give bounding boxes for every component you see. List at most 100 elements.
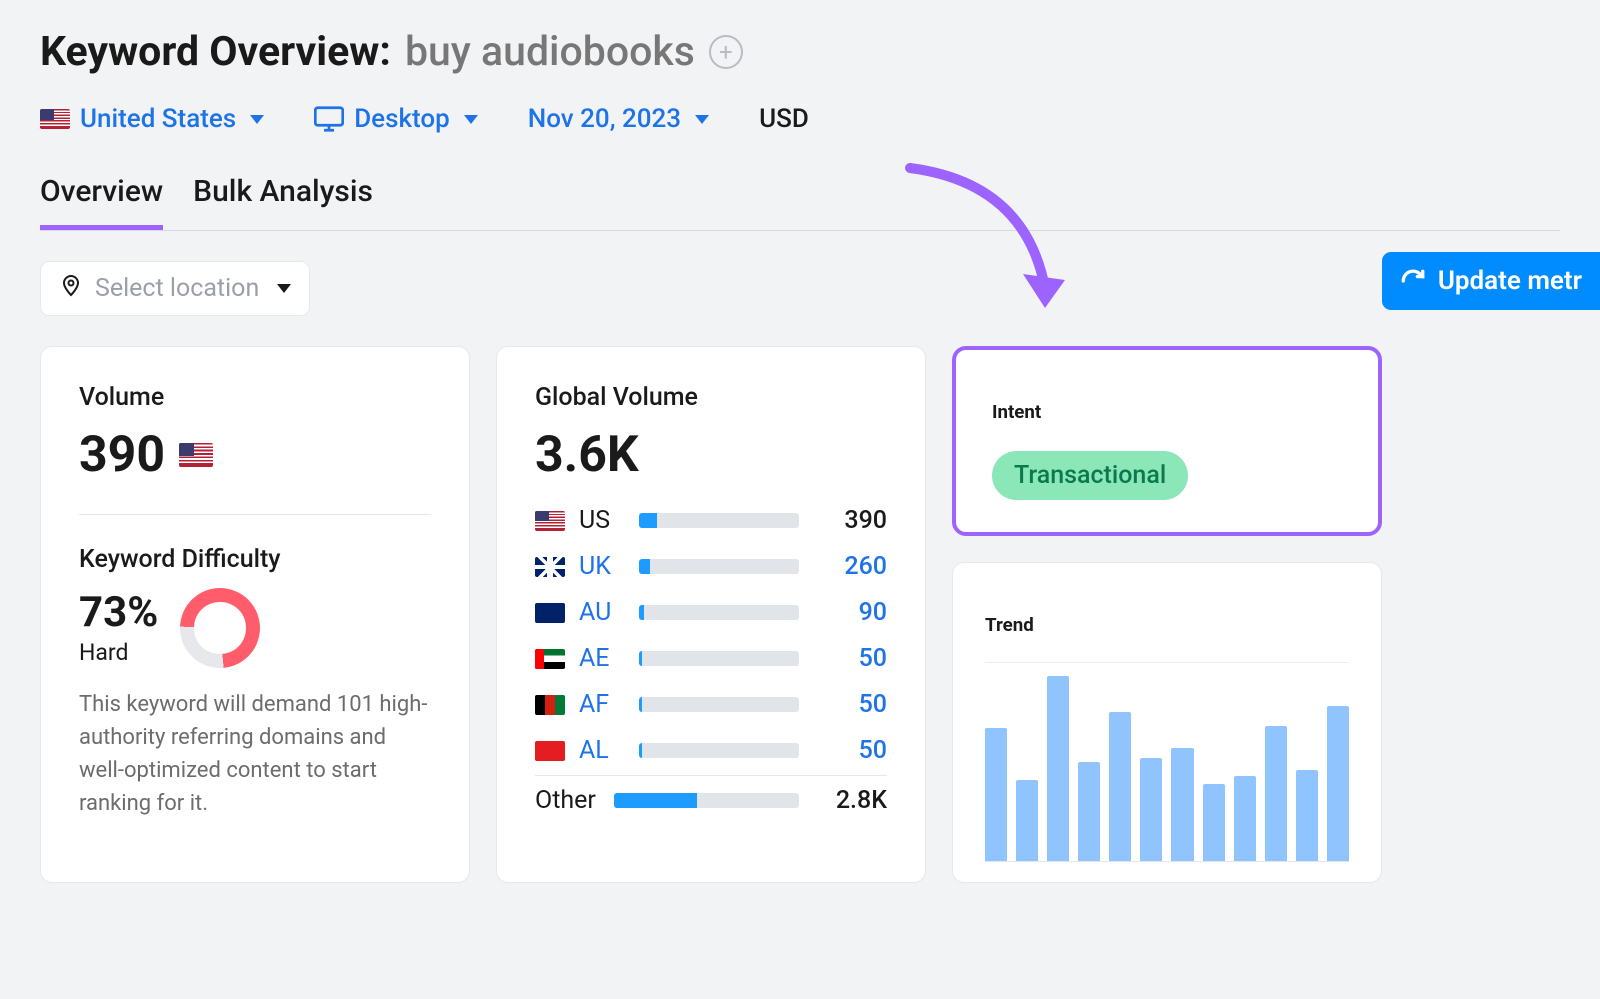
tabs: Overview Bulk Analysis — [40, 174, 1560, 231]
global-volume-list: US 390 UK 260 AU 90 AE 50 AF 50 AL 50 — [535, 506, 887, 765]
global-volume-row[interactable]: AU 90 — [535, 598, 887, 627]
global-volume-row[interactable]: UK 260 — [535, 552, 887, 581]
trend-bar — [1078, 762, 1100, 862]
country-code: AU — [579, 598, 625, 627]
page-title: Keyword Overview: — [40, 28, 391, 76]
trend-bar — [1265, 726, 1287, 861]
date-filter[interactable]: Nov 20, 2023 — [528, 104, 709, 134]
trend-bar — [1140, 758, 1162, 861]
page-title-row: Keyword Overview: buy audiobooks + — [40, 28, 1560, 76]
ae-flag-icon — [535, 649, 565, 669]
volume-value-row: 390 — [79, 426, 431, 484]
chevron-down-icon — [277, 284, 291, 293]
page-header: Keyword Overview: buy audiobooks + Unite… — [0, 0, 1600, 231]
country-code: US — [579, 506, 625, 535]
volume-value: 50 — [813, 690, 887, 719]
volume-bar — [639, 513, 799, 528]
al-flag-icon — [535, 741, 565, 761]
intent-badge: Transactional — [992, 451, 1188, 500]
tab-overview[interactable]: Overview — [40, 174, 163, 230]
af-flag-icon — [535, 695, 565, 715]
trend-bar — [1327, 706, 1349, 861]
add-keyword-icon[interactable]: + — [709, 35, 743, 69]
volume-value: 50 — [813, 736, 887, 765]
kd-description: This keyword will demand 101 high-author… — [79, 688, 431, 820]
trend-title: Trend — [985, 614, 1349, 636]
volume-bar — [639, 605, 799, 620]
country-label: United States — [80, 104, 236, 134]
global-volume-row[interactable]: AF 50 — [535, 690, 887, 719]
trend-chart — [985, 662, 1349, 862]
metrics-grid: Volume 390 Keyword Difficulty 73% Hard T… — [0, 346, 1600, 883]
other-label: Other — [535, 786, 596, 815]
volume-title: Volume — [79, 383, 431, 412]
update-metrics-button[interactable]: Update metr — [1382, 252, 1600, 310]
country-code: AL — [579, 736, 625, 765]
device-label: Desktop — [354, 104, 450, 134]
kd-value: 73% — [79, 588, 158, 637]
location-pin-icon — [59, 273, 83, 304]
trend-card: Trend — [952, 562, 1382, 883]
volume-bar — [639, 651, 799, 666]
global-volume-row[interactable]: AE 50 — [535, 644, 887, 673]
volume-value: 390 — [813, 506, 887, 535]
global-volume-row[interactable]: AL 50 — [535, 736, 887, 765]
volume-value: 90 — [813, 598, 887, 627]
volume-value: 260 — [813, 552, 887, 581]
volume-value: 390 — [79, 426, 165, 484]
tab-bulk-analysis[interactable]: Bulk Analysis — [193, 174, 373, 230]
date-label: Nov 20, 2023 — [528, 104, 681, 134]
global-volume-card: Global Volume 3.6K US 390 UK 260 AU 90 AE 50 AF 5… — [496, 346, 926, 883]
volume-bar — [639, 559, 799, 574]
country-code: UK — [579, 552, 625, 581]
trend-bar — [1203, 784, 1225, 862]
volume-bar — [639, 743, 799, 758]
intent-title: Intent — [992, 401, 1342, 423]
global-volume-row[interactable]: US 390 — [535, 506, 887, 535]
global-volume-other-row: Other 2.8K — [535, 786, 887, 815]
other-value: 2.8K — [813, 786, 887, 815]
trend-bar — [985, 728, 1007, 861]
kd-level: Hard — [79, 639, 158, 666]
desktop-icon — [314, 106, 344, 132]
us-flag-icon — [40, 109, 70, 129]
keyword-value: buy audiobooks — [405, 28, 695, 76]
chevron-down-icon — [464, 115, 478, 124]
au-flag-icon — [535, 603, 565, 623]
trend-bar — [1047, 676, 1069, 861]
currency-label: USD — [759, 104, 809, 134]
chevron-down-icon — [695, 115, 709, 124]
global-volume-title: Global Volume — [535, 383, 887, 412]
location-placeholder: Select location — [95, 274, 259, 303]
uk-flag-icon — [535, 557, 565, 577]
refresh-icon — [1400, 268, 1426, 294]
divider — [535, 775, 887, 776]
us-flag-icon — [535, 511, 565, 531]
volume-value: 50 — [813, 644, 887, 673]
global-volume-value: 3.6K — [535, 426, 887, 484]
kd-donut-icon — [179, 587, 262, 670]
trend-bar — [1109, 712, 1131, 861]
device-filter[interactable]: Desktop — [314, 104, 478, 134]
other-bar — [614, 793, 799, 808]
kd-row: 73% Hard — [79, 588, 431, 668]
trend-bar — [1296, 770, 1318, 862]
country-filter[interactable]: United States — [40, 104, 264, 134]
divider — [79, 514, 431, 515]
update-label: Update metr — [1438, 266, 1582, 296]
filters-row: United States Desktop Nov 20, 2023 USD — [40, 104, 1560, 134]
toolbar: Select location — [0, 231, 1600, 338]
location-select[interactable]: Select location — [40, 261, 310, 316]
trend-bar — [1171, 748, 1193, 861]
country-code: AE — [579, 644, 625, 673]
intent-card: Intent Transactional — [952, 346, 1382, 536]
chevron-down-icon — [250, 115, 264, 124]
country-code: AF — [579, 690, 625, 719]
trend-bar — [1234, 776, 1256, 862]
us-flag-icon — [179, 443, 213, 467]
kd-title: Keyword Difficulty — [79, 545, 431, 574]
right-column: Intent Transactional Trend — [952, 346, 1382, 883]
volume-bar — [639, 697, 799, 712]
volume-card: Volume 390 Keyword Difficulty 73% Hard T… — [40, 346, 470, 883]
trend-bar — [1016, 780, 1038, 862]
